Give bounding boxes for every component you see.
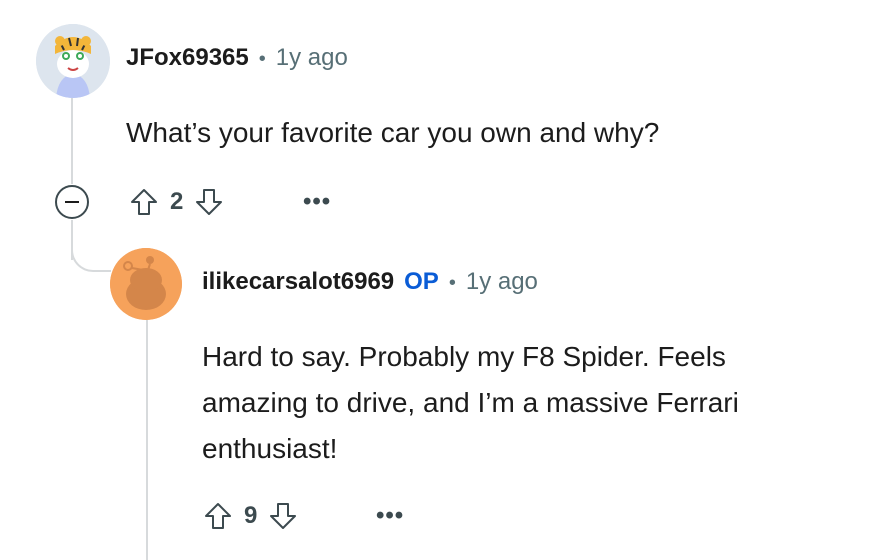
thread-line-main [71, 96, 73, 184]
more-options-button[interactable]: ••• [376, 502, 404, 530]
minus-icon [65, 201, 79, 203]
comment-body: What’s your favorite car you own and why… [126, 117, 660, 148]
snoo-avatar-icon [110, 248, 182, 320]
thread-branch-curve [71, 230, 111, 272]
comment-timestamp[interactable]: 1y ago [276, 44, 348, 72]
upvote-button[interactable] [126, 184, 162, 220]
comment-author[interactable]: JFox69365 [126, 44, 249, 72]
meta-separator: • [448, 272, 456, 294]
downvote-arrow-icon [196, 189, 223, 215]
downvote-arrow-icon [270, 503, 297, 529]
comment-header: JFox69365 • 1y ago [126, 44, 348, 72]
thread-line-reply [146, 320, 148, 560]
collapse-thread-button[interactable] [55, 185, 89, 219]
comment-header: ilikecarsalot6969 OP • 1y ago [202, 268, 538, 296]
avatar[interactable] [110, 248, 182, 320]
downvote-button[interactable] [265, 498, 301, 534]
comment-timestamp[interactable]: 1y ago [466, 268, 538, 296]
comment-author[interactable]: ilikecarsalot6969 [202, 268, 394, 296]
upvote-button[interactable] [200, 498, 236, 534]
vote-count: 2 [170, 188, 184, 215]
vote-count: 9 [244, 502, 258, 529]
downvote-button[interactable] [191, 184, 227, 220]
tiger-avatar-icon [36, 24, 110, 98]
meta-separator: • [258, 48, 266, 70]
comment-body: Hard to say. Probably my F8 Spider. Feel… [202, 341, 739, 464]
vote-bar: 9 [200, 498, 301, 534]
op-badge: OP [404, 268, 439, 295]
upvote-arrow-icon [131, 189, 157, 215]
avatar[interactable] [36, 24, 110, 98]
upvote-arrow-icon [205, 503, 231, 529]
more-options-button[interactable]: ••• [303, 188, 331, 216]
vote-bar: 2 [126, 184, 227, 220]
